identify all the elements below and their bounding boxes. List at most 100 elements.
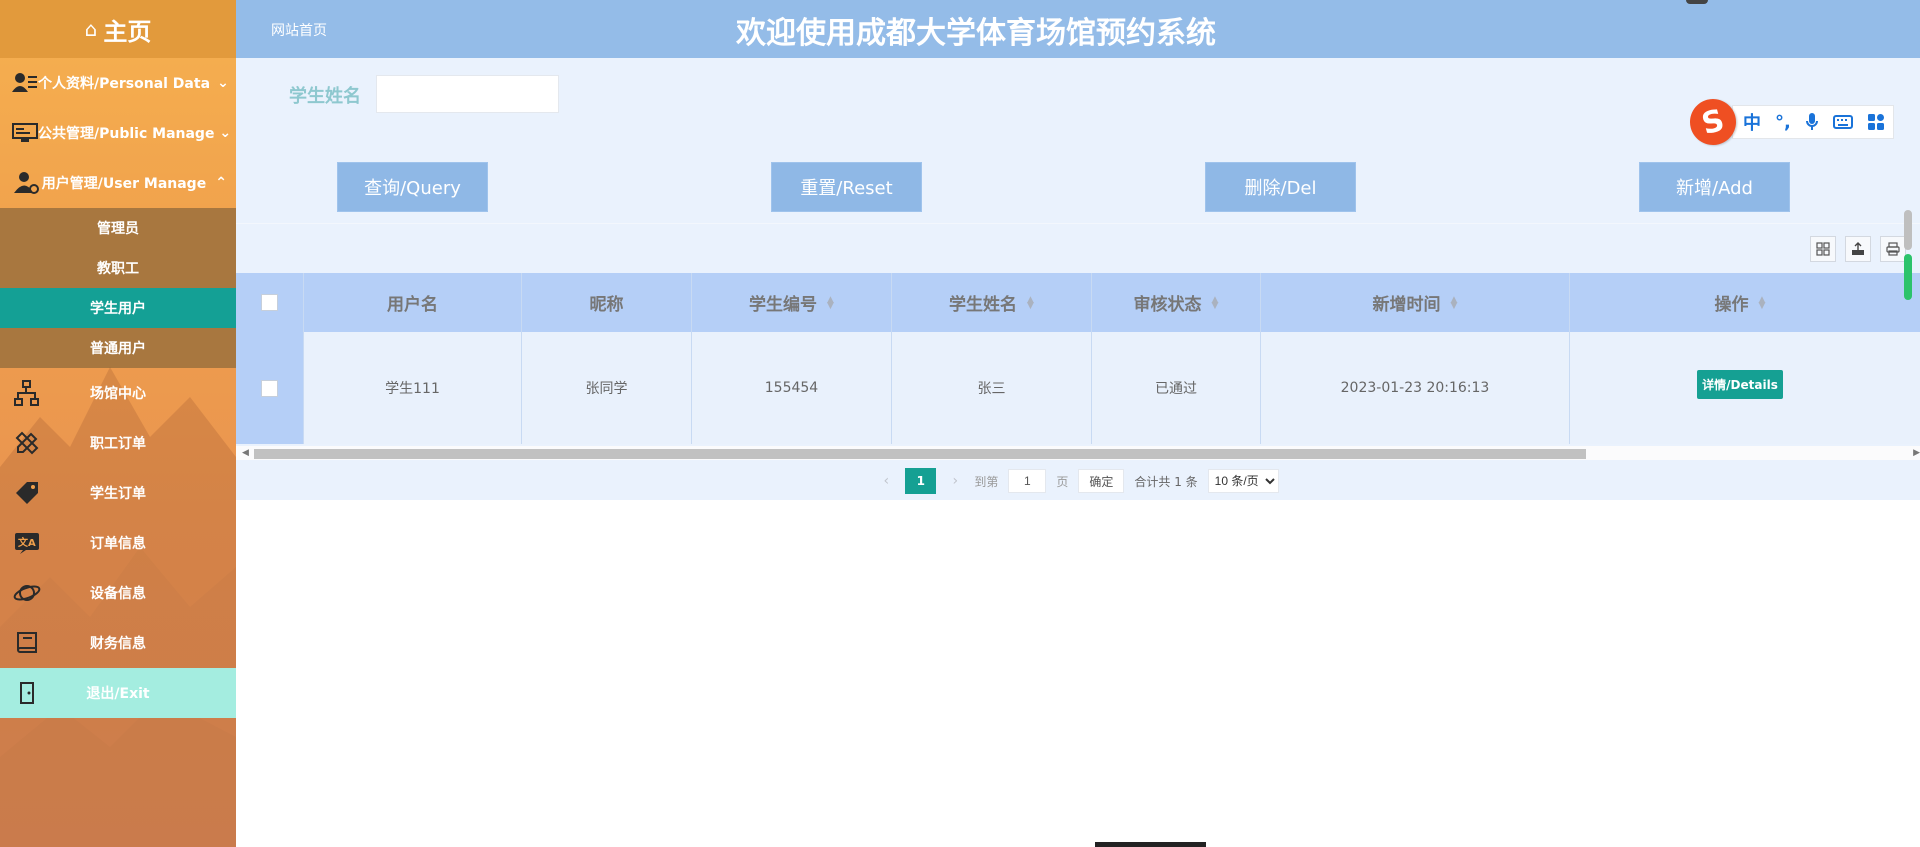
- column-header-created[interactable]: 新增时间 ▲ ▼: [1261, 273, 1570, 332]
- submenu-item-student-users[interactable]: 学生用户: [0, 288, 236, 328]
- table-header-row: 用户名 昵称 学生编号 ▲ ▼ 学生姓名 ▲ ▼ 审核状态 ▲ ▼ 新增时间 ▲ ▼: [236, 273, 1920, 332]
- apps-grid-icon[interactable]: [1867, 113, 1885, 131]
- student-name-input[interactable]: [376, 75, 559, 113]
- column-header-username: 用户名: [304, 273, 522, 332]
- scroll-progress-indicator: [1904, 254, 1912, 300]
- sidebar-group-label: 用户管理/User Manage: [41, 176, 207, 192]
- search-label: 学生姓名: [289, 86, 361, 107]
- svg-text:文A: 文A: [18, 536, 36, 549]
- delete-button[interactable]: 删除/Del: [1205, 162, 1356, 212]
- scrollbar-thumb[interactable]: [1904, 210, 1912, 250]
- submenu-item-staff[interactable]: 教职工: [0, 248, 236, 288]
- student-users-table: 用户名 昵称 学生编号 ▲ ▼ 学生姓名 ▲ ▼ 审核状态 ▲ ▼ 新增时间 ▲ ▼: [236, 273, 1920, 444]
- sort-icon[interactable]: ▲ ▼: [1212, 295, 1219, 310]
- column-header-label: 学生姓名: [949, 295, 1018, 315]
- home-label: 主页: [103, 17, 152, 46]
- sidebar-group-public-manage[interactable]: 公共管理/Public Manage ⌄: [0, 108, 236, 158]
- ime-mode-toggle[interactable]: 中: [1743, 109, 1761, 135]
- sidebar-group-label: 个人资料/Personal Data: [38, 76, 211, 92]
- scroll-right-arrow-icon[interactable]: ▶: [1913, 448, 1920, 458]
- keyboard-icon[interactable]: [1832, 114, 1853, 130]
- sogou-logo-icon[interactable]: S: [1684, 93, 1742, 151]
- column-header-actions[interactable]: 操作 ▲ ▼: [1570, 273, 1910, 332]
- sidebar-group-personal-data[interactable]: 个人资料/Personal Data ⌄: [0, 58, 236, 108]
- goto-confirm-button[interactable]: 确定: [1078, 469, 1125, 493]
- query-button[interactable]: 查询/Query: [337, 162, 488, 212]
- sidebar-item-venue-center[interactable]: 场馆中心: [0, 368, 236, 418]
- sidebar-group-user-manage[interactable]: 用户管理/User Manage ⌃: [0, 158, 236, 208]
- tags-icon: [0, 480, 54, 506]
- sidebar-item-order-info[interactable]: 文A 订单信息: [0, 518, 236, 568]
- sidebar-item-staff-orders[interactable]: 职工订单: [0, 418, 236, 468]
- user-card-icon: [0, 72, 38, 94]
- column-header-label: 昵称: [589, 295, 624, 315]
- chevron-up-icon: ⌃: [215, 175, 227, 191]
- scrollbar-thumb[interactable]: [254, 449, 1586, 459]
- select-all-cell: [236, 273, 304, 332]
- column-header-label: 新增时间: [1372, 295, 1441, 315]
- sitemap-icon: [0, 380, 54, 406]
- microphone-icon[interactable]: [1805, 112, 1819, 132]
- page-size-select[interactable]: 10 条/页: [1207, 469, 1279, 493]
- column-header-student-no[interactable]: 学生编号 ▲ ▼: [692, 273, 892, 332]
- sidebar-item-label: 职工订单: [90, 436, 146, 452]
- sort-icon[interactable]: ▲ ▼: [827, 295, 834, 310]
- horizontal-scrollbar[interactable]: ◀ ▶: [236, 446, 1920, 460]
- window-control-dot: [1686, 0, 1708, 4]
- sort-icon[interactable]: ▲ ▼: [1451, 295, 1458, 310]
- home-link[interactable]: ⌂ 主页: [0, 0, 236, 58]
- vertical-scrollbar[interactable]: [1902, 210, 1914, 300]
- goto-page-input[interactable]: [1008, 469, 1047, 493]
- sidebar-item-label: 财务信息: [90, 636, 146, 652]
- sidebar-group-label: 公共管理/Public Manage: [38, 126, 215, 142]
- cell-student-no: 155454: [692, 332, 892, 444]
- total-count: 合计共 1 条: [1134, 474, 1198, 489]
- sidebar-item-equipment-info[interactable]: 设备信息: [0, 568, 236, 618]
- sidebar-item-label: 设备信息: [90, 586, 146, 602]
- details-button[interactable]: 详情/Details: [1697, 369, 1783, 399]
- cell-username: 学生111: [304, 332, 522, 444]
- sidebar-item-label: 订单信息: [90, 536, 146, 552]
- chevron-down-icon: ⌄: [219, 125, 232, 141]
- ime-toolbar: S 中 °,: [1684, 93, 1920, 151]
- goto-suffix: 页: [1056, 474, 1069, 489]
- user-gear-icon: [0, 171, 42, 195]
- ime-punctuation-toggle[interactable]: °,: [1775, 112, 1791, 133]
- scroll-left-arrow-icon[interactable]: ◀: [242, 448, 249, 458]
- prev-page-icon[interactable]: ‹: [877, 473, 895, 489]
- monitor-icon: [0, 122, 38, 144]
- sort-icon[interactable]: ▲ ▼: [1027, 295, 1034, 310]
- column-header-label: 审核状态: [1133, 295, 1202, 315]
- add-button[interactable]: 新增/Add: [1639, 162, 1790, 212]
- cell-nickname: 张同学: [522, 332, 692, 444]
- page-number-current[interactable]: 1: [905, 468, 937, 494]
- column-header-student-name[interactable]: 学生姓名 ▲ ▼: [892, 273, 1092, 332]
- pagination: ‹ 1 › 到第 页 确定 合计共 1 条 10 条/页: [236, 466, 1920, 496]
- row-checkbox[interactable]: [261, 379, 278, 397]
- table-toolbar: [236, 223, 1920, 273]
- sidebar-item-student-orders[interactable]: 学生订单: [0, 468, 236, 518]
- export-icon[interactable]: [1845, 236, 1871, 262]
- planet-icon: [0, 580, 54, 606]
- bottom-edge-marker: [1095, 842, 1206, 847]
- top-header: 网站首页 欢迎使用成都大学体育场馆预约系统: [236, 0, 1920, 58]
- submenu-item-admin[interactable]: 管理员: [0, 208, 236, 248]
- sidebar-item-finance-info[interactable]: 财务信息: [0, 618, 236, 668]
- translate-icon: 文A: [0, 530, 54, 556]
- sort-icon[interactable]: ▲ ▼: [1759, 295, 1766, 310]
- column-header-nickname: 昵称: [522, 273, 692, 332]
- goto-prefix: 到第: [974, 474, 999, 489]
- select-all-checkbox[interactable]: [261, 294, 278, 311]
- column-header-status[interactable]: 审核状态 ▲ ▼: [1092, 273, 1261, 332]
- grid-icon[interactable]: [1810, 236, 1836, 262]
- next-page-icon[interactable]: ›: [946, 473, 964, 489]
- ime-bar: 中 °,: [1732, 105, 1894, 139]
- book-icon: [0, 630, 54, 656]
- column-header-label: 用户名: [387, 295, 438, 315]
- pencil-ruler-icon: [0, 430, 54, 456]
- sidebar-item-exit[interactable]: 退出/Exit: [0, 668, 236, 718]
- column-header-label: 学生编号: [749, 295, 818, 315]
- chevron-down-icon: ⌄: [217, 75, 229, 91]
- page-title: 欢迎使用成都大学体育场馆预约系统: [736, 16, 1216, 51]
- reset-button[interactable]: 重置/Reset: [771, 162, 922, 212]
